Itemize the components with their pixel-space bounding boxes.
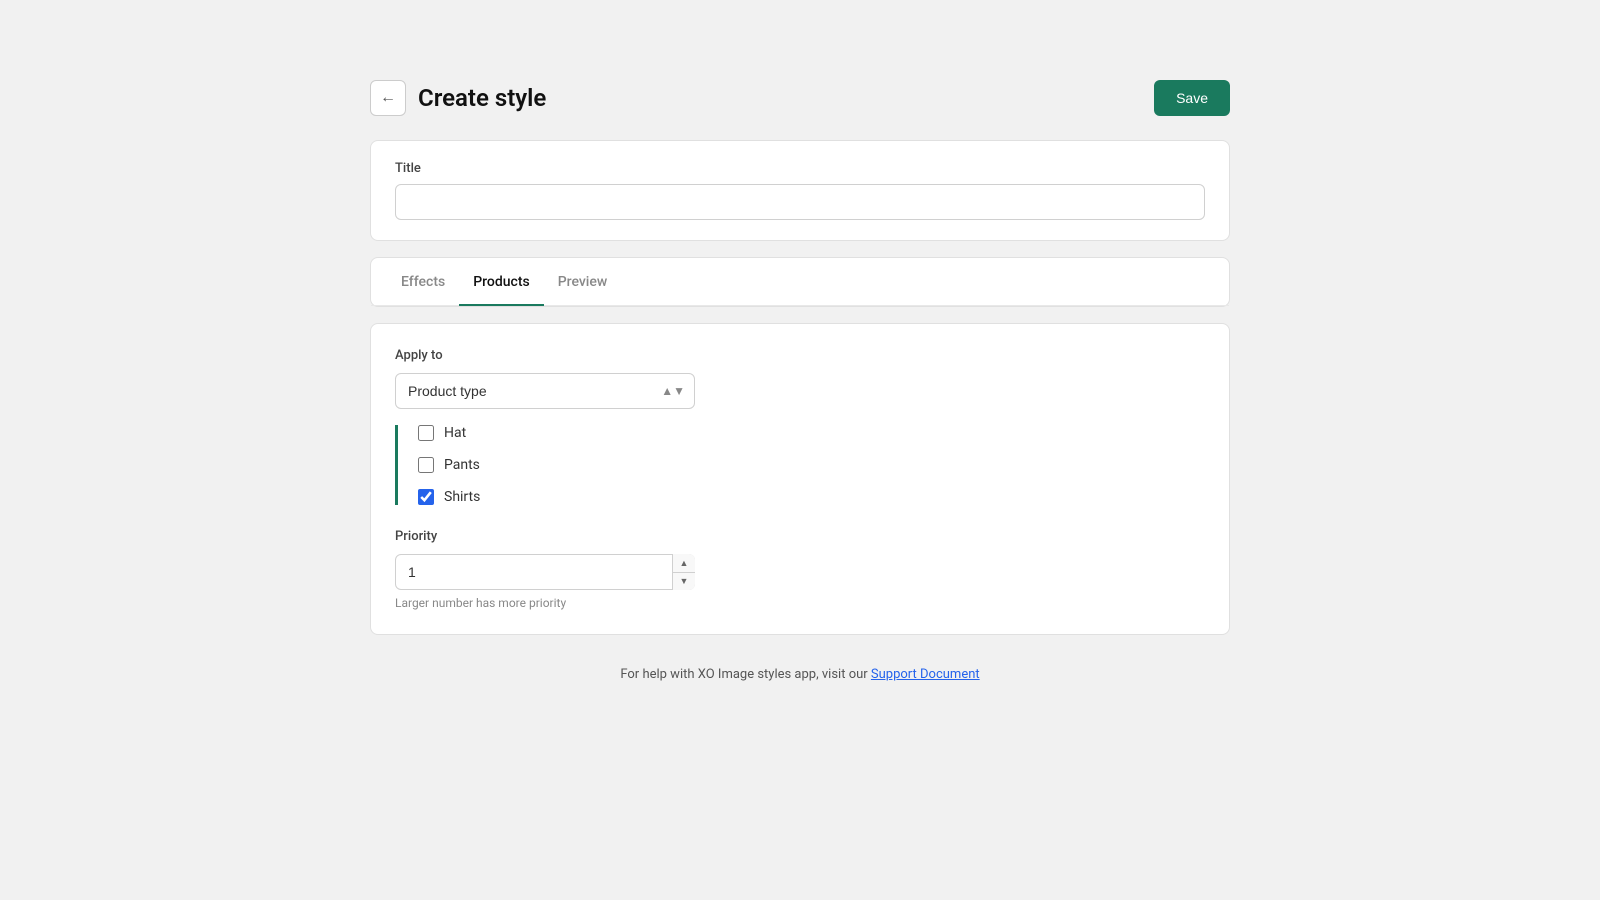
main-content-card: Apply to Product type All products Speci…: [370, 323, 1230, 635]
save-button[interactable]: Save: [1154, 80, 1230, 116]
priority-input[interactable]: [395, 554, 695, 590]
checkbox-pants-label: Pants: [444, 457, 480, 473]
apply-to-select-wrapper: Product type All products Specific produ…: [395, 373, 695, 409]
priority-increment-button[interactable]: ▲: [673, 554, 695, 573]
tabs-card: Effects Products Preview: [370, 257, 1230, 307]
priority-hint: Larger number has more priority: [395, 596, 1205, 610]
priority-spinner: ▲ ▼: [672, 554, 695, 590]
tabs-row: Effects Products Preview: [371, 258, 1229, 306]
header-row: ← Create style Save: [370, 80, 1230, 116]
checkbox-item-hat[interactable]: Hat: [418, 425, 1205, 441]
title-card: Title: [370, 140, 1230, 241]
title-label: Title: [395, 161, 1205, 176]
priority-decrement-button[interactable]: ▼: [673, 573, 695, 591]
priority-label: Priority: [395, 529, 1205, 544]
tab-effects[interactable]: Effects: [387, 258, 459, 306]
back-button[interactable]: ←: [370, 80, 406, 116]
apply-to-select[interactable]: Product type All products Specific produ…: [395, 373, 695, 409]
header-left: ← Create style: [370, 80, 546, 116]
tab-products[interactable]: Products: [459, 258, 544, 306]
title-input[interactable]: [395, 184, 1205, 220]
priority-input-wrapper: ▲ ▼: [395, 554, 695, 590]
checkbox-pants[interactable]: [418, 457, 434, 473]
apply-to-section: Apply to Product type All products Speci…: [395, 348, 1205, 505]
checkbox-hat-label: Hat: [444, 425, 466, 441]
footer-text: For help with XO Image styles app, visit…: [620, 667, 871, 682]
page-title: Create style: [418, 84, 546, 112]
checkbox-list: Hat Pants Shirts: [395, 425, 1205, 505]
tab-preview[interactable]: Preview: [544, 258, 622, 306]
checkbox-shirts-label: Shirts: [444, 489, 480, 505]
page-container: ← Create style Save Title Effects Produc…: [370, 80, 1230, 820]
footer: For help with XO Image styles app, visit…: [370, 667, 1230, 682]
checkbox-shirts[interactable]: [418, 489, 434, 505]
checkbox-hat[interactable]: [418, 425, 434, 441]
checkbox-item-pants[interactable]: Pants: [418, 457, 1205, 473]
checkbox-item-shirts[interactable]: Shirts: [418, 489, 1205, 505]
support-document-link[interactable]: Support Document: [871, 667, 980, 682]
apply-to-label: Apply to: [395, 348, 1205, 363]
back-arrow-icon: ←: [380, 89, 396, 107]
priority-section: Priority ▲ ▼ Larger number has more prio…: [395, 529, 1205, 610]
